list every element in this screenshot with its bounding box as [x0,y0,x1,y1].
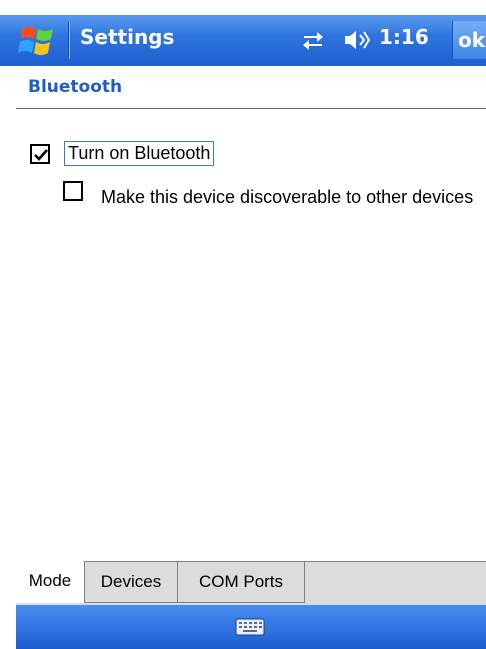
tab-mode[interactable]: Mode [16,561,85,603]
tab-com-ports[interactable]: COM Ports [178,562,305,603]
top-margin [0,0,486,15]
menu-bar [16,605,486,649]
keyboard-icon[interactable] [235,617,265,637]
discoverable-checkbox-label[interactable]: Make this device discoverable to other d… [101,185,481,209]
tab-bar: Mode Devices COM Ports [16,561,486,605]
page-title: Bluetooth [28,77,123,97]
app-title: Settings [80,25,175,49]
bluetooth-checkbox-label[interactable]: Turn on Bluetooth [64,141,215,166]
title-bar: Settings 1:16 ok [0,15,486,66]
title-separator [68,22,69,59]
ok-button[interactable]: ok [452,21,486,59]
title-divider [16,108,486,109]
volume-icon[interactable] [343,28,371,52]
windows-start-icon[interactable] [18,23,58,59]
connectivity-icon[interactable] [301,28,325,52]
clock[interactable]: 1:16 [379,25,429,49]
discoverable-checkbox[interactable] [63,181,83,201]
tab-devices[interactable]: Devices [85,562,178,603]
checkmark-icon [34,149,48,161]
bluetooth-checkbox[interactable] [30,144,50,164]
